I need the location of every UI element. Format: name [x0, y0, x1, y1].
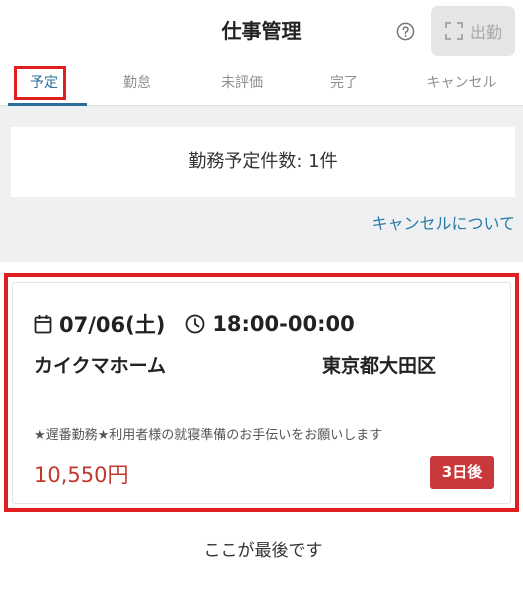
clock-icon: [185, 314, 205, 334]
days-until-badge: 3日後: [430, 456, 494, 489]
question-circle-icon[interactable]: [396, 22, 415, 41]
cancel-info-link[interactable]: キャンセルについて: [371, 210, 515, 234]
tab-cancelled[interactable]: キャンセル: [400, 62, 523, 106]
job-client: カイクマホーム: [34, 355, 167, 377]
checkin-button[interactable]: 出勤: [431, 6, 515, 56]
job-area: 東京都大田区: [322, 355, 437, 377]
job-date: 07/06(土): [59, 313, 166, 337]
active-tab-indicator: [8, 103, 87, 106]
end-of-list-message: ここが最後です: [11, 517, 515, 585]
scheduled-count: 勤務予定件数: 1件: [11, 127, 515, 197]
job-card[interactable]: 07/06(土) 18:00-00:00 カイクマホーム 東京都大田区 ★遅番勤…: [12, 282, 511, 504]
scan-frame-icon: [444, 22, 463, 40]
job-time: 18:00-00:00: [212, 312, 355, 336]
calendar-icon: [34, 315, 52, 334]
tab-attendance[interactable]: 勤怠: [88, 62, 186, 106]
app-header: 仕事管理 出勤: [0, 0, 523, 62]
job-description: ★遅番勤務★利用者様の就寝準備のお手伝いをお願いします: [34, 428, 383, 443]
tab-bar: 予定 勤怠 未評価 完了 キャンセル: [0, 62, 523, 106]
tab-completed[interactable]: 完了: [298, 62, 390, 106]
tab-unrated[interactable]: 未評価: [186, 62, 298, 106]
checkin-button-label: 出勤: [469, 23, 502, 42]
job-wage: 10,550円: [34, 463, 129, 487]
job-datetime: 07/06(土) 18:00-00:00: [34, 309, 355, 339]
active-tab-highlight: [14, 66, 66, 100]
